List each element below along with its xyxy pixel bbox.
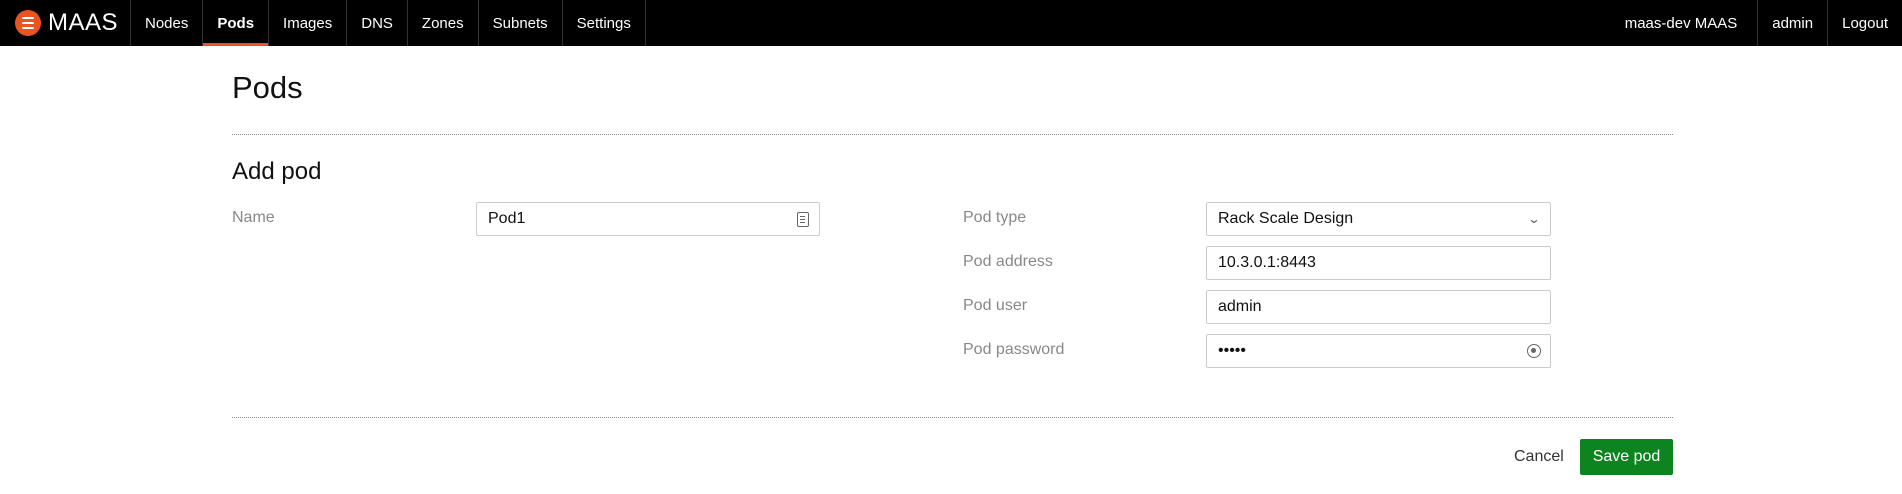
pod-user-value: admin (1218, 298, 1262, 315)
nav-item-subnets[interactable]: Subnets (479, 0, 563, 46)
name-input[interactable]: Pod1 (476, 202, 820, 236)
section-title: Add pod (232, 158, 322, 185)
save-pod-button[interactable]: Save pod (1580, 439, 1673, 475)
brand-name: MAAS (48, 9, 119, 36)
name-label: Name (232, 209, 275, 226)
id-card-icon (787, 211, 819, 227)
pod-password-label: Pod password (963, 341, 1065, 358)
nav-item-dns[interactable]: DNS (347, 0, 408, 46)
pod-user-input[interactable]: admin (1206, 290, 1551, 324)
nav-item-user[interactable]: admin (1758, 0, 1827, 46)
name-input-value: Pod1 (488, 210, 526, 227)
pod-type-label: Pod type (963, 209, 1027, 226)
site-name: maas-dev MAAS (1605, 0, 1759, 46)
top-navbar: MAAS Nodes Pods Images DNS Zones Subnets… (0, 0, 1902, 46)
pod-password-input[interactable]: ••••• (1206, 334, 1551, 368)
divider-bottom (232, 417, 1673, 418)
pod-type-value: Rack Scale Design (1218, 210, 1354, 227)
page-title: Pods (232, 70, 303, 105)
chevron-down-icon: ⌄ (1527, 212, 1541, 226)
nav-item-settings[interactable]: Settings (563, 0, 646, 46)
nav-item-pods[interactable]: Pods (203, 0, 270, 46)
pod-address-label: Pod address (963, 253, 1053, 270)
pod-user-label: Pod user (963, 297, 1028, 314)
maas-logo-icon (15, 10, 41, 36)
divider-top (232, 134, 1673, 135)
nav-item-zones[interactable]: Zones (408, 0, 479, 46)
pod-address-input[interactable]: 10.3.0.1:8443 (1206, 246, 1551, 280)
pod-address-value: 10.3.0.1:8443 (1218, 254, 1316, 271)
nav-item-logout[interactable]: Logout (1827, 0, 1902, 46)
pod-type-select[interactable]: Rack Scale Design ⌄ (1206, 202, 1551, 236)
brand-link[interactable]: MAAS (0, 0, 131, 46)
cancel-button[interactable]: Cancel (1504, 439, 1574, 475)
key-icon[interactable] (1518, 344, 1550, 358)
navbar-right: maas-dev MAAS admin Logout (1605, 0, 1902, 46)
nav-item-nodes[interactable]: Nodes (131, 0, 204, 46)
nav-item-images[interactable]: Images (269, 0, 348, 46)
pod-password-value: ••••• (1218, 342, 1247, 359)
